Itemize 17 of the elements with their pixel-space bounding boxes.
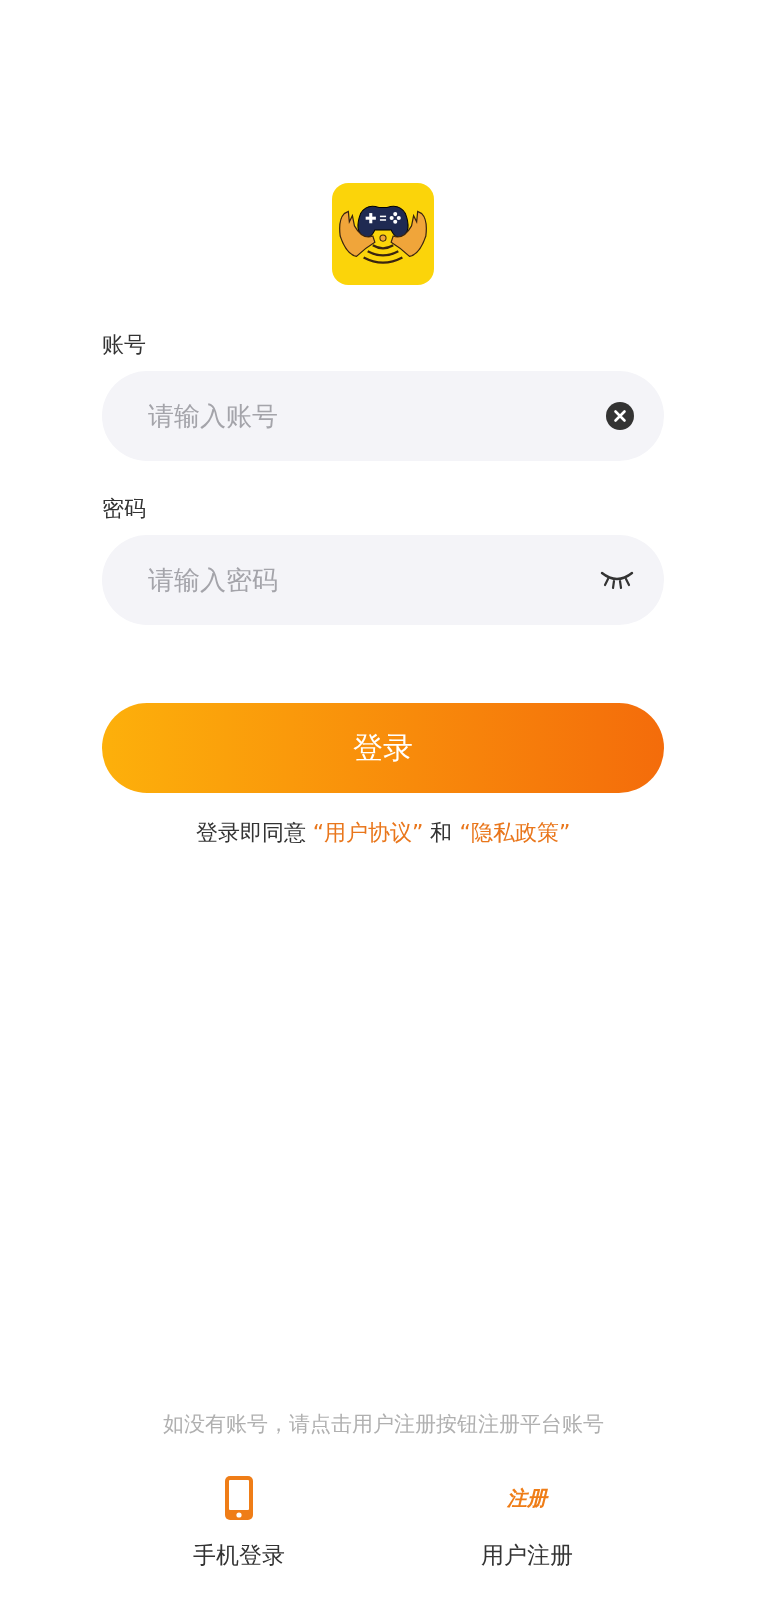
- login-button[interactable]: 登录: [102, 703, 664, 793]
- register-hint: 如没有账号，请点击用户注册按钮注册平台账号: [162, 1411, 604, 1438]
- agreement-link[interactable]: “隐私政策”: [459, 819, 571, 847]
- field-label: 密码: [102, 495, 146, 523]
- option-label[interactable]: 用户注册: [481, 1540, 573, 1570]
- closed-eye-icon[interactable]: [600, 570, 634, 590]
- input-field[interactable]: 请输入账号: [102, 371, 664, 461]
- agreement-text: 登录即同意: [195, 819, 307, 847]
- gamepad-hands-icon: [332, 183, 434, 285]
- register-badge[interactable]: 注册: [507, 1474, 547, 1522]
- clear-icon[interactable]: [606, 402, 634, 430]
- agreement-text: 和: [429, 819, 454, 847]
- option-label[interactable]: 手机登录: [193, 1540, 285, 1570]
- input-field[interactable]: 请输入密码: [102, 535, 664, 625]
- phone-icon[interactable]: [223, 1474, 255, 1522]
- field-label: 账号: [102, 331, 146, 359]
- agreement-link[interactable]: “用户协议”: [312, 819, 424, 847]
